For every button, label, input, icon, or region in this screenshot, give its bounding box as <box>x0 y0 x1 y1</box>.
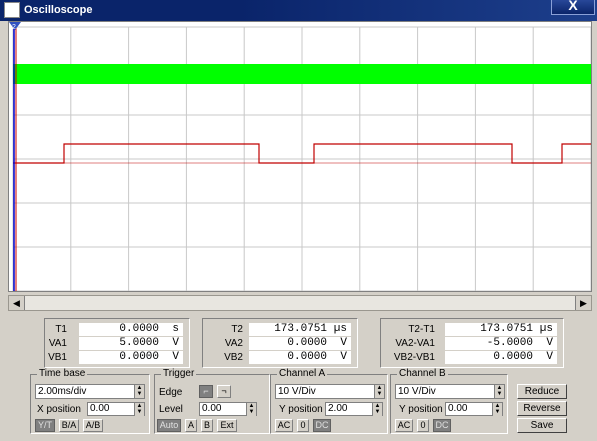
spin-down-icon: ▼ <box>136 409 143 415</box>
vb2-value: 0.0000 V <box>249 351 351 364</box>
channel-a-ac-button[interactable]: AC <box>275 419 293 432</box>
channel-a-scale-select[interactable]: 10 V/Div ▲ ▼ <box>275 384 385 399</box>
channel-b-zero-button[interactable]: 0 <box>417 419 429 432</box>
save-button[interactable]: Save <box>517 418 567 433</box>
dt-value: 173.0751 µs <box>445 323 557 336</box>
oscilloscope-window: Oscilloscope X 2 ◀ ▶ T1 0.0000s VA1 5.0 <box>0 0 597 441</box>
trigger-title: Trigger <box>161 368 197 379</box>
level-label: Level <box>159 404 183 415</box>
level-input[interactable]: 0.00 ▲ ▼ <box>199 402 257 416</box>
readout-cursor-1: T1 0.0000 s VA1 5.0000 V VB1 0.0000 V <box>44 318 190 368</box>
channel-a-dc-button[interactable]: DC <box>313 419 331 432</box>
channel-a-ypos-spinner[interactable]: ▲ ▼ <box>372 403 382 416</box>
title-bar[interactable]: Oscilloscope X <box>0 0 597 21</box>
xpos-input[interactable]: 0.00 ▲ ▼ <box>87 402 145 416</box>
trigger-auto-button[interactable]: Auto <box>157 419 181 432</box>
channel-a-ypos-input[interactable]: 2.00 ▲ ▼ <box>325 402 383 416</box>
channel-a-trace <box>13 64 591 84</box>
readout-difference: T2-T1 173.0751 µs VA2-VA1 -5.0000 V VB2-VB… <box>380 318 564 368</box>
window-title: Oscilloscope <box>24 4 93 16</box>
channel-a-zero-button[interactable]: 0 <box>297 419 309 432</box>
cursor-marker: 2 <box>12 24 16 31</box>
channel-b-scale-value: 10 V/Div <box>398 386 436 397</box>
channel-b-ypos-label: Y position <box>399 404 443 415</box>
mode-ab-button[interactable]: A/B <box>83 419 103 432</box>
scroll-right-icon[interactable]: ▶ <box>575 296 591 310</box>
channel-b-ypos-spinner[interactable]: ▲ ▼ <box>492 403 502 416</box>
channel-a-ypos-label: Y position <box>279 404 323 415</box>
channel-b-scale-select[interactable]: 10 V/Div ▲ ▼ <box>395 384 505 399</box>
spin-down-icon: ▼ <box>248 409 255 415</box>
va1-label: VA1 <box>48 338 67 349</box>
t2-value: 173.0751 µs <box>249 323 351 336</box>
channel-b-title: Channel B <box>397 368 448 379</box>
channel-b-spinner[interactable]: ▲ ▼ <box>494 385 504 398</box>
channel-a-spinner[interactable]: ▲ ▼ <box>374 385 384 398</box>
spin-down-icon: ▼ <box>496 391 503 397</box>
reverse-button[interactable]: Reverse <box>517 401 567 416</box>
horizontal-scrollbar[interactable]: ◀ ▶ <box>8 295 592 311</box>
channel-a-group: Channel A 10 V/Div ▲ ▼ Y position 2.00 ▲ ▼… <box>270 368 388 434</box>
dva-label: VA2-VA1 <box>395 338 435 349</box>
vb1-label: VB1 <box>48 352 67 363</box>
readout-cursor-2: T2 173.0751 µs VA2 0.0000 V VB2 0.0000 V <box>202 318 358 368</box>
trigger-ext-button[interactable]: Ext <box>217 419 237 432</box>
spin-down-icon: ▼ <box>136 391 143 397</box>
spin-down-icon: ▼ <box>376 391 383 397</box>
oscilloscope-screen: 2 <box>8 21 592 292</box>
dvb-value: 0.0000 V <box>445 351 557 364</box>
t1-value: 0.0000 s <box>79 323 183 336</box>
rising-edge-icon[interactable]: ⌐ <box>199 385 213 398</box>
reduce-button[interactable]: Reduce <box>517 384 567 399</box>
va2-label: VA2 <box>224 338 243 349</box>
edge-label: Edge <box>159 387 183 398</box>
vb1-value: 0.0000 V <box>79 351 183 364</box>
mode-ba-button[interactable]: B/A <box>59 419 79 432</box>
xpos-spinner[interactable]: ▲ ▼ <box>134 403 144 416</box>
xpos-label: X position <box>37 404 81 415</box>
channel-b-ac-button[interactable]: AC <box>395 419 413 432</box>
channel-a-title: Channel A <box>277 368 328 379</box>
scroll-left-icon[interactable]: ◀ <box>9 296 25 310</box>
trigger-a-button[interactable]: A <box>185 419 197 432</box>
channel-a-scale-value: 10 V/Div <box>278 386 316 397</box>
va1-value: 5.0000 V <box>79 337 183 350</box>
channel-b-ypos-input[interactable]: 0.00 ▲ ▼ <box>445 402 503 416</box>
dva-value: -5.0000 V <box>445 337 557 350</box>
channel-b-dc-button[interactable]: DC <box>433 419 451 432</box>
app-icon <box>4 2 20 18</box>
t1-label: T1 <box>55 324 67 335</box>
timebase-scale-select[interactable]: 2.00ms/div ▲ ▼ <box>35 384 145 399</box>
vb2-label: VB2 <box>224 352 243 363</box>
channel-b-group: Channel B 10 V/Div ▲ ▼ Y position 0.00 ▲ ▼… <box>390 368 508 434</box>
trigger-b-button[interactable]: B <box>201 419 213 432</box>
timebase-title: Time base <box>37 368 88 379</box>
va2-value: 0.0000 V <box>249 337 351 350</box>
mode-yt-button[interactable]: Y/T <box>35 419 55 432</box>
timebase-spinner[interactable]: ▲ ▼ <box>134 385 144 398</box>
spin-down-icon: ▼ <box>494 409 501 415</box>
dvb-label: VB2-VB1 <box>393 352 435 363</box>
t2-label: T2 <box>231 324 243 335</box>
timebase-group: Time base 2.00ms/div ▲ ▼ X position 0.00 … <box>30 368 150 434</box>
close-button[interactable]: X <box>551 0 595 15</box>
dt-label: T2-T1 <box>408 324 435 335</box>
trigger-group: Trigger Edge ⌐ ¬ Level 0.00 ▲ ▼ Auto A B … <box>154 368 270 434</box>
level-spinner[interactable]: ▲ ▼ <box>246 403 256 416</box>
timebase-scale-value: 2.00ms/div <box>38 386 87 397</box>
falling-edge-icon[interactable]: ¬ <box>217 385 231 398</box>
control-panel: T1 0.0000 s VA1 5.0000 V VB1 0.0000 V T2 17… <box>8 315 592 437</box>
spin-down-icon: ▼ <box>374 409 381 415</box>
